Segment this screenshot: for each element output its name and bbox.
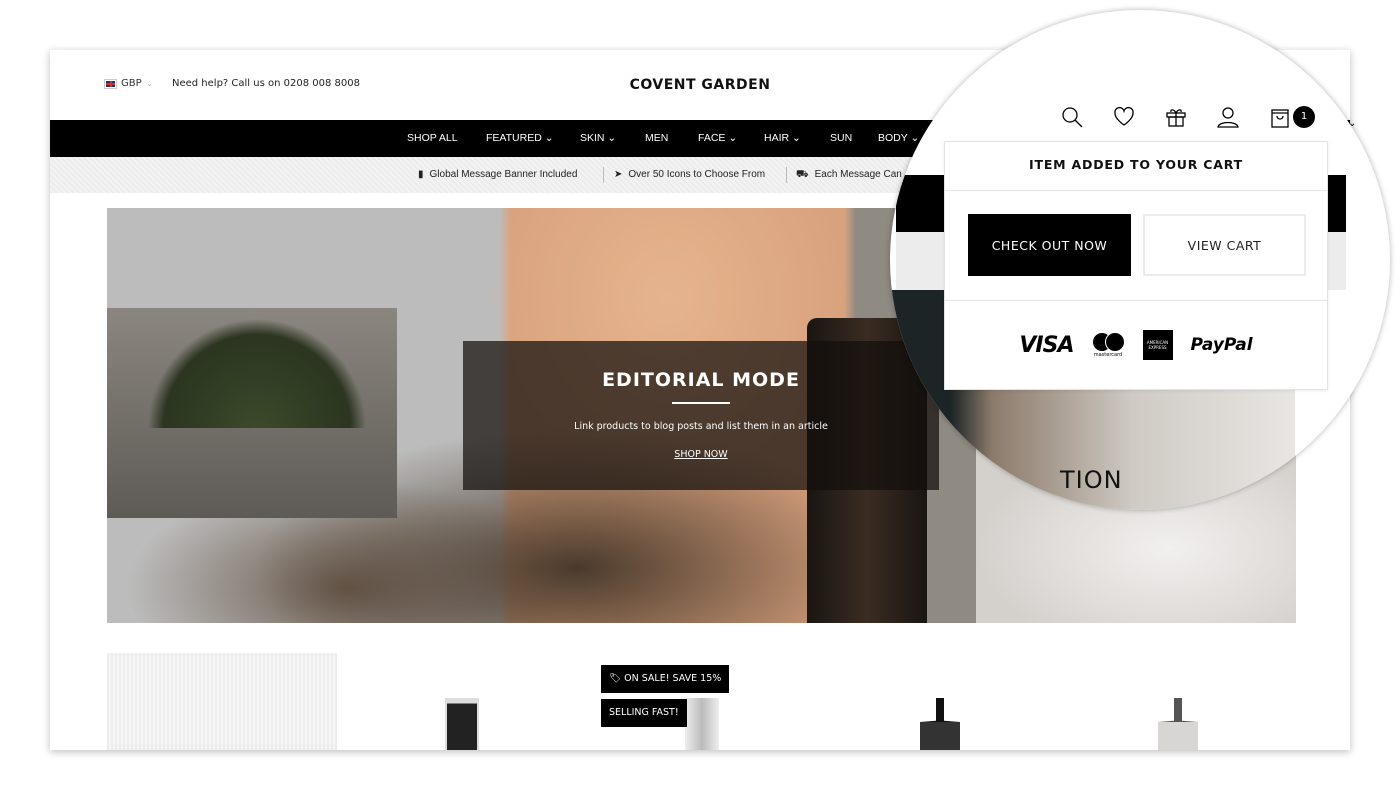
message-item: ▮ Global Message Banner Included [418, 157, 577, 193]
heart-icon[interactable] [1112, 105, 1136, 129]
cart-count-badge[interactable]: 1 [1293, 106, 1315, 128]
view-cart-button[interactable]: VIEW CART [1143, 214, 1306, 276]
visa-icon: VISA [1019, 332, 1074, 358]
checkout-button[interactable]: CHECK OUT NOW [968, 214, 1131, 276]
nav-men[interactable]: MEN [645, 120, 668, 157]
user-icon[interactable] [1216, 105, 1240, 129]
divider [603, 167, 604, 183]
shopping-bag-icon[interactable] [1268, 105, 1292, 129]
message-text: Each Message Can [814, 169, 902, 180]
hero-title: EDITORIAL MODE [602, 369, 800, 391]
cart-actions: CHECK OUT NOW VIEW CART [945, 191, 1327, 301]
search-icon[interactable] [1060, 105, 1084, 129]
paypal-icon: PayPal [1190, 335, 1253, 355]
product-image[interactable] [685, 698, 719, 750]
promo-tile[interactable] [107, 653, 337, 750]
gift-icon[interactable] [1164, 105, 1188, 129]
amex-icon: AMERICAN EXPRESS [1142, 330, 1173, 360]
cart-popup: ITEM ADDED TO YOUR CART CHECK OUT NOW VI… [944, 141, 1328, 390]
tag-icon: 🏷 [609, 673, 622, 684]
message-item: ⛟ Each Message Can [796, 157, 902, 193]
message-text: Global Message Banner Included [429, 169, 578, 180]
plant-pot-image [107, 308, 397, 518]
selling-fast-badge: SELLING FAST! [601, 699, 687, 727]
nav-body[interactable]: BODY ⌄ [878, 120, 919, 157]
mastercard-label: mastercard [1093, 352, 1123, 358]
nav-hair[interactable]: HAIR ⌄ [764, 120, 801, 157]
divider [672, 402, 730, 404]
sale-badge-text: ON SALE! SAVE 15% [624, 673, 722, 684]
bag-icon: ▮ [418, 169, 424, 180]
nav-shop-all[interactable]: SHOP ALL [407, 120, 458, 157]
hero-subtitle: Link products to blog posts and list the… [574, 421, 828, 432]
payment-icons: VISA mastercard AMERICAN EXPRESS PayPal [945, 301, 1327, 389]
plant-image [147, 318, 367, 428]
truck-icon: ⛟ [796, 169, 809, 180]
divider [786, 167, 787, 183]
nav-skin[interactable]: SKIN ⌄ [580, 120, 616, 157]
shop-now-link[interactable]: SHOP NOW [674, 449, 727, 460]
paper-plane-icon: ➤ [614, 169, 623, 180]
nav-featured[interactable]: FEATURED ⌄ [486, 120, 554, 157]
product-image[interactable] [1158, 698, 1198, 750]
message-text: Over 50 Icons to Choose From [628, 169, 766, 180]
product-image[interactable] [920, 698, 960, 750]
product-image[interactable] [445, 698, 479, 750]
message-item: ➤ Over 50 Icons to Choose From [614, 157, 765, 193]
cart-popup-title: ITEM ADDED TO YOUR CART [945, 142, 1327, 191]
nav-face[interactable]: FACE ⌄ [698, 120, 737, 157]
mastercard-icon: mastercard [1091, 332, 1125, 358]
magnifier-callout: TION 1 ITEM ADDED TO YOUR CART CHECK OUT… [890, 10, 1390, 510]
header-icons [1060, 105, 1292, 129]
hero-caption: EDITORIAL MODE Link products to blog pos… [463, 341, 939, 490]
partial-heading: TION [1060, 466, 1123, 494]
nav-sun[interactable]: SUN [830, 120, 852, 157]
sale-badge: 🏷 ON SALE! SAVE 15% [601, 665, 730, 693]
